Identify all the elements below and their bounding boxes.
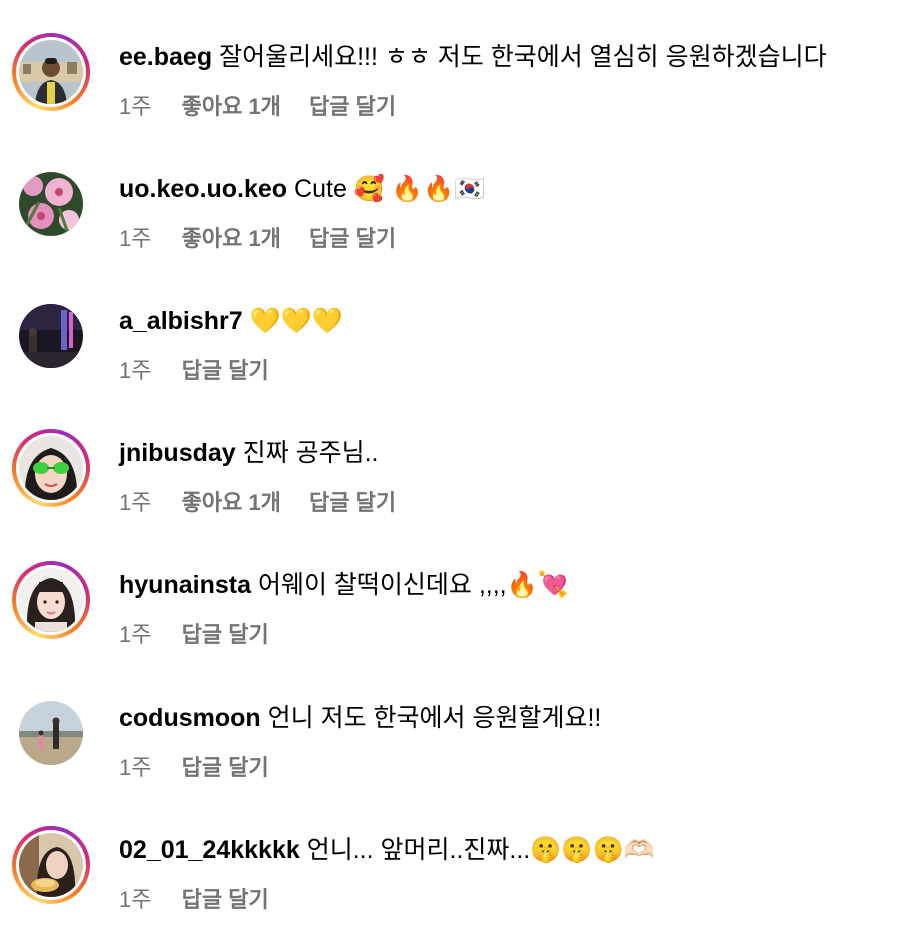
comment-text-line: ee.baeg 잘어울리세요!!! ㅎㅎ 저도 한국에서 열심히 응원하겠습니다 (119, 42, 827, 72)
comment-time[interactable]: 1주 (119, 226, 151, 251)
comment-username[interactable]: 02_01_24kkkkk (119, 836, 300, 864)
comment-body: 언니 저도 한국에서 응원할게요!! (267, 704, 602, 732)
avatar-story-ring[interactable] (12, 429, 90, 507)
comment-item: uo.keo.uo.keo Cute 🥰 🔥🔥🇰🇷 1주 좋아요 1개 답글 달… (0, 165, 904, 285)
comment-text-line: hyunainsta 어웨이 찰떡이신데요 ,,,,🔥💘 (119, 570, 569, 600)
reply-button[interactable]: 답글 달기 (309, 490, 396, 515)
comment-body: 💛💛💛 (249, 307, 344, 335)
comment-meta: 1주 답글 달기 (119, 358, 291, 384)
reply-button[interactable]: 답글 달기 (182, 622, 269, 647)
reply-button[interactable]: 답글 달기 (182, 358, 269, 383)
comment-meta: 1주 좋아요 1개 답글 달기 (119, 226, 418, 252)
man-portrait-avatar (19, 40, 83, 104)
avatar-container[interactable] (12, 165, 90, 243)
comment-time[interactable]: 1주 (119, 622, 151, 647)
night-street-avatar (19, 304, 83, 368)
avatar-story-ring[interactable] (12, 561, 90, 639)
comment-meta: 1주 답글 달기 (119, 755, 291, 781)
comment-body: 잘어울리세요!!! ㅎㅎ 저도 한국에서 열심히 응원하겠습니다 (219, 43, 827, 71)
comment-time[interactable]: 1주 (119, 358, 151, 383)
comment-body: 언니... 앞머리..진짜...🤫🤫🤫🫶🏻 (306, 836, 655, 864)
avatar-container[interactable] (12, 694, 90, 772)
comment-text-line: jnibusday 진짜 공주님.. (119, 438, 378, 468)
lily-flowers-avatar (19, 172, 83, 236)
comment-username[interactable]: a_albishr7 (119, 307, 243, 335)
comment-meta: 1주 좋아요 1개 답글 달기 (119, 490, 418, 516)
comment-username[interactable]: hyunainsta (119, 571, 251, 599)
reply-button[interactable]: 답글 달기 (309, 226, 396, 251)
comment-text-line: uo.keo.uo.keo Cute 🥰 🔥🔥🇰🇷 (119, 174, 485, 204)
avatar-story-ring[interactable] (12, 33, 90, 111)
comment-item: codusmoon 언니 저도 한국에서 응원할게요!! 1주 답글 달기 (0, 694, 904, 814)
comment-body: 어웨이 찰떡이신데요 ,,,,🔥💘 (257, 571, 569, 599)
comment-body: Cute 🥰 🔥🔥🇰🇷 (294, 175, 486, 203)
comment-username[interactable]: ee.baeg (119, 43, 212, 71)
reply-button[interactable]: 답글 달기 (309, 94, 396, 119)
comment-item: 02_01_24kkkkk 언니... 앞머리..진짜...🤫🤫🤫🫶🏻 1주 답… (0, 826, 904, 946)
comment-likes[interactable]: 좋아요 1개 (182, 94, 281, 119)
comment-meta: 1주 답글 달기 (119, 622, 291, 648)
woman-food-avatar (19, 833, 83, 897)
comment-time[interactable]: 1주 (119, 94, 151, 119)
woman-portrait-avatar (19, 568, 83, 632)
comment-username[interactable]: uo.keo.uo.keo (119, 175, 287, 203)
comment-item: jnibusday 진짜 공주님.. 1주 좋아요 1개 답글 달기 (0, 429, 904, 549)
comment-text-line: 02_01_24kkkkk 언니... 앞머리..진짜...🤫🤫🤫🫶🏻 (119, 835, 655, 865)
comment-body: 진짜 공주님.. (242, 439, 379, 467)
reply-button[interactable]: 답글 달기 (182, 887, 269, 912)
avatar-story-ring[interactable] (12, 826, 90, 904)
comment-time[interactable]: 1주 (119, 755, 151, 780)
comment-text-line: codusmoon 언니 저도 한국에서 응원할게요!! (119, 703, 601, 733)
comment-time[interactable]: 1주 (119, 490, 151, 515)
comment-item: a_albishr7 💛💛💛 1주 답글 달기 (0, 297, 904, 417)
comment-username[interactable]: codusmoon (119, 704, 261, 732)
comment-item: ee.baeg 잘어울리세요!!! ㅎㅎ 저도 한국에서 열심히 응원하겠습니다… (0, 33, 904, 153)
comment-meta: 1주 좋아요 1개 답글 달기 (119, 94, 418, 120)
comment-item: hyunainsta 어웨이 찰떡이신데요 ,,,,🔥💘 1주 답글 달기 (0, 561, 904, 681)
avatar-container[interactable] (12, 297, 90, 375)
reply-button[interactable]: 답글 달기 (182, 755, 269, 780)
comment-text-line: a_albishr7 💛💛💛 (119, 306, 343, 336)
comment-meta: 1주 답글 달기 (119, 887, 291, 913)
comment-likes[interactable]: 좋아요 1개 (182, 490, 281, 515)
field-couple-avatar (19, 701, 83, 765)
woman-green-glasses-avatar (19, 436, 83, 500)
comment-likes[interactable]: 좋아요 1개 (182, 226, 281, 251)
comment-time[interactable]: 1주 (119, 887, 151, 912)
comment-list: ee.baeg 잘어울리세요!!! ㅎㅎ 저도 한국에서 열심히 응원하겠습니다… (0, 0, 904, 930)
comment-username[interactable]: jnibusday (119, 439, 236, 467)
